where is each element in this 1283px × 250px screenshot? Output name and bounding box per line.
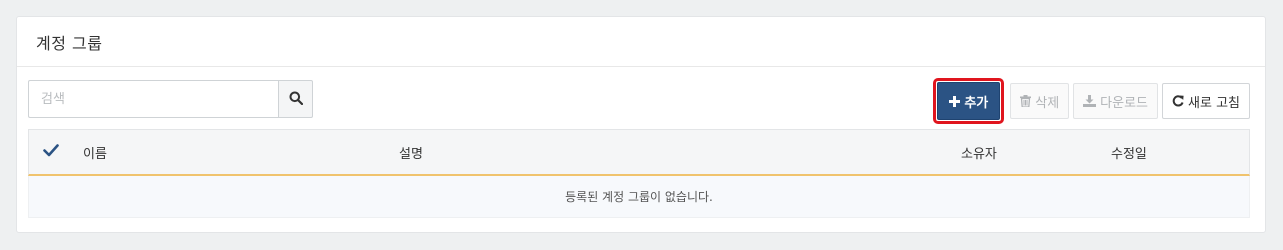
select-all-checkbox[interactable] xyxy=(41,142,61,162)
search-input[interactable] xyxy=(28,80,278,118)
column-header-name[interactable]: 이름 xyxy=(83,143,107,162)
search-icon xyxy=(289,90,303,109)
empty-state-row: 등록된 계정 그룹이 없습니다. xyxy=(28,176,1250,218)
empty-state-message: 등록된 계정 그룹이 없습니다. xyxy=(565,190,713,204)
checkmark-icon xyxy=(43,143,59,161)
refresh-button[interactable]: 새로 고침 xyxy=(1162,83,1250,119)
download-button-label: 다운로드 xyxy=(1100,95,1149,111)
page-title: 계정 그룹 xyxy=(36,33,103,53)
search-button[interactable] xyxy=(278,80,313,118)
table-header: 이름 설명 소유자 수정일 xyxy=(28,129,1250,176)
add-button-label: 추가 xyxy=(964,95,989,111)
delete-button[interactable]: 삭제 xyxy=(1010,83,1070,119)
download-button[interactable]: 다운로드 xyxy=(1073,83,1159,119)
action-buttons: 추가 삭제 다운로드 새로 고침 xyxy=(933,78,1250,124)
toolbar: 추가 삭제 xyxy=(28,78,1250,124)
search-group xyxy=(28,80,313,118)
column-header-modified-date[interactable]: 수정일 xyxy=(1111,143,1147,162)
column-header-owner[interactable]: 소유자 xyxy=(961,143,997,162)
download-icon xyxy=(1083,95,1097,107)
refresh-button-label: 새로 고침 xyxy=(1188,95,1240,111)
plus-icon xyxy=(949,95,961,107)
account-group-table: 이름 설명 소유자 수정일 등록된 계정 그룹이 없습니다. xyxy=(28,129,1250,218)
refresh-icon xyxy=(1172,95,1184,107)
panel-header: 계정 그룹 xyxy=(17,17,1265,67)
add-button-highlight: 추가 xyxy=(933,78,1005,124)
add-button[interactable]: 추가 xyxy=(937,82,1001,120)
delete-button-label: 삭제 xyxy=(1035,95,1060,111)
column-header-description[interactable]: 설명 xyxy=(399,143,423,162)
trash-icon xyxy=(1020,95,1032,107)
account-group-panel: 계정 그룹 검색 추가 삭제 다운로드 새로 고침 이름 설명 소유자 수정일 … xyxy=(16,16,1266,233)
